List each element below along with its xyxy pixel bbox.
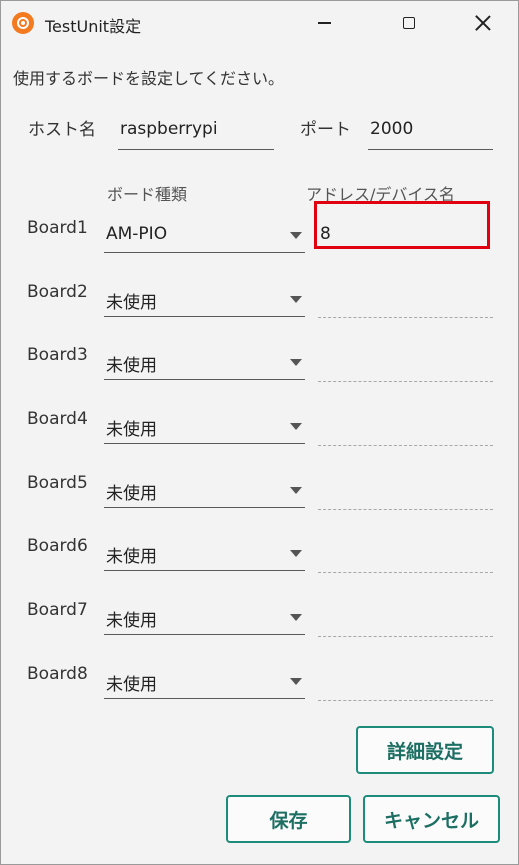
port-underline [368,149,493,150]
detail-settings-button[interactable]: 詳細設定 [356,726,494,774]
board1-type-select[interactable]: AM-PIO [104,215,305,253]
board5-type-select[interactable]: 未使用 [104,470,305,508]
board4-label: Board4 [27,409,88,429]
highlight-box [314,201,490,249]
board6-label: Board6 [27,536,88,556]
maximize-icon [403,17,415,29]
dropdown-arrow-icon [290,550,302,557]
minimize-icon [317,22,331,24]
board2-type-select[interactable]: 未使用 [104,279,305,317]
dropdown-arrow-icon [290,487,302,494]
port-input[interactable]: 2000 [368,105,493,151]
board5-label: Board5 [27,473,88,493]
board6-type-select[interactable]: 未使用 [104,533,305,571]
dropdown-arrow-icon [290,678,302,685]
board7-address-input [318,636,493,637]
instruction-text: 使用するボードを設定してください。 [13,69,285,88]
board5-address-input [318,509,493,510]
board4-type-select[interactable]: 未使用 [104,406,305,444]
board2-label: Board2 [27,282,88,302]
dropdown-arrow-icon [290,296,302,303]
board8-address-input [318,700,493,701]
board3-type-select[interactable]: 未使用 [104,342,305,380]
board2-address-input [318,317,493,318]
close-icon [475,15,491,31]
board-type-header: ボード種類 [107,185,188,204]
board2-type-value: 未使用 [106,293,157,313]
board3-label: Board3 [27,345,88,365]
board5-type-value: 未使用 [106,484,157,504]
board3-address-input [318,381,493,382]
dropdown-arrow-icon [290,423,302,430]
close-button[interactable] [453,1,513,45]
dropdown-arrow-icon [290,359,302,366]
board4-type-value: 未使用 [106,420,157,440]
dialog-content: 使用するボードを設定してください。 ホスト名 raspberrypi ポート 2… [1,45,518,864]
host-value: raspberrypi [120,119,218,139]
board6-type-value: 未使用 [106,547,157,567]
board1-type-value: AM-PIO [106,224,168,244]
save-button[interactable]: 保存 [226,795,351,843]
cancel-button[interactable]: キャンセル [363,795,500,843]
port-label: ポート [300,120,351,140]
host-underline [118,149,274,150]
board8-type-select[interactable]: 未使用 [104,661,305,699]
host-input[interactable]: raspberrypi [118,105,274,151]
board7-label: Board7 [27,600,88,620]
window-title: TestUnit設定 [45,17,142,36]
board3-type-value: 未使用 [106,356,157,376]
host-label: ホスト名 [28,120,96,140]
board6-address-input [318,572,493,573]
board1-label: Board1 [27,218,88,238]
board4-address-input [318,445,493,446]
board7-type-select[interactable]: 未使用 [104,597,305,635]
dropdown-arrow-icon [290,614,302,621]
dropdown-arrow-icon [290,232,302,239]
maximize-button[interactable] [379,1,439,45]
testunit-settings-window: TestUnit設定 使用するボードを設定してください。 ホスト名 raspbe… [0,0,519,865]
title-bar: TestUnit設定 [1,1,518,45]
board8-label: Board8 [27,664,88,684]
port-value: 2000 [370,119,414,139]
app-target-icon [12,12,34,34]
minimize-button[interactable] [294,1,354,45]
board8-type-value: 未使用 [106,675,157,695]
board7-type-value: 未使用 [106,611,157,631]
